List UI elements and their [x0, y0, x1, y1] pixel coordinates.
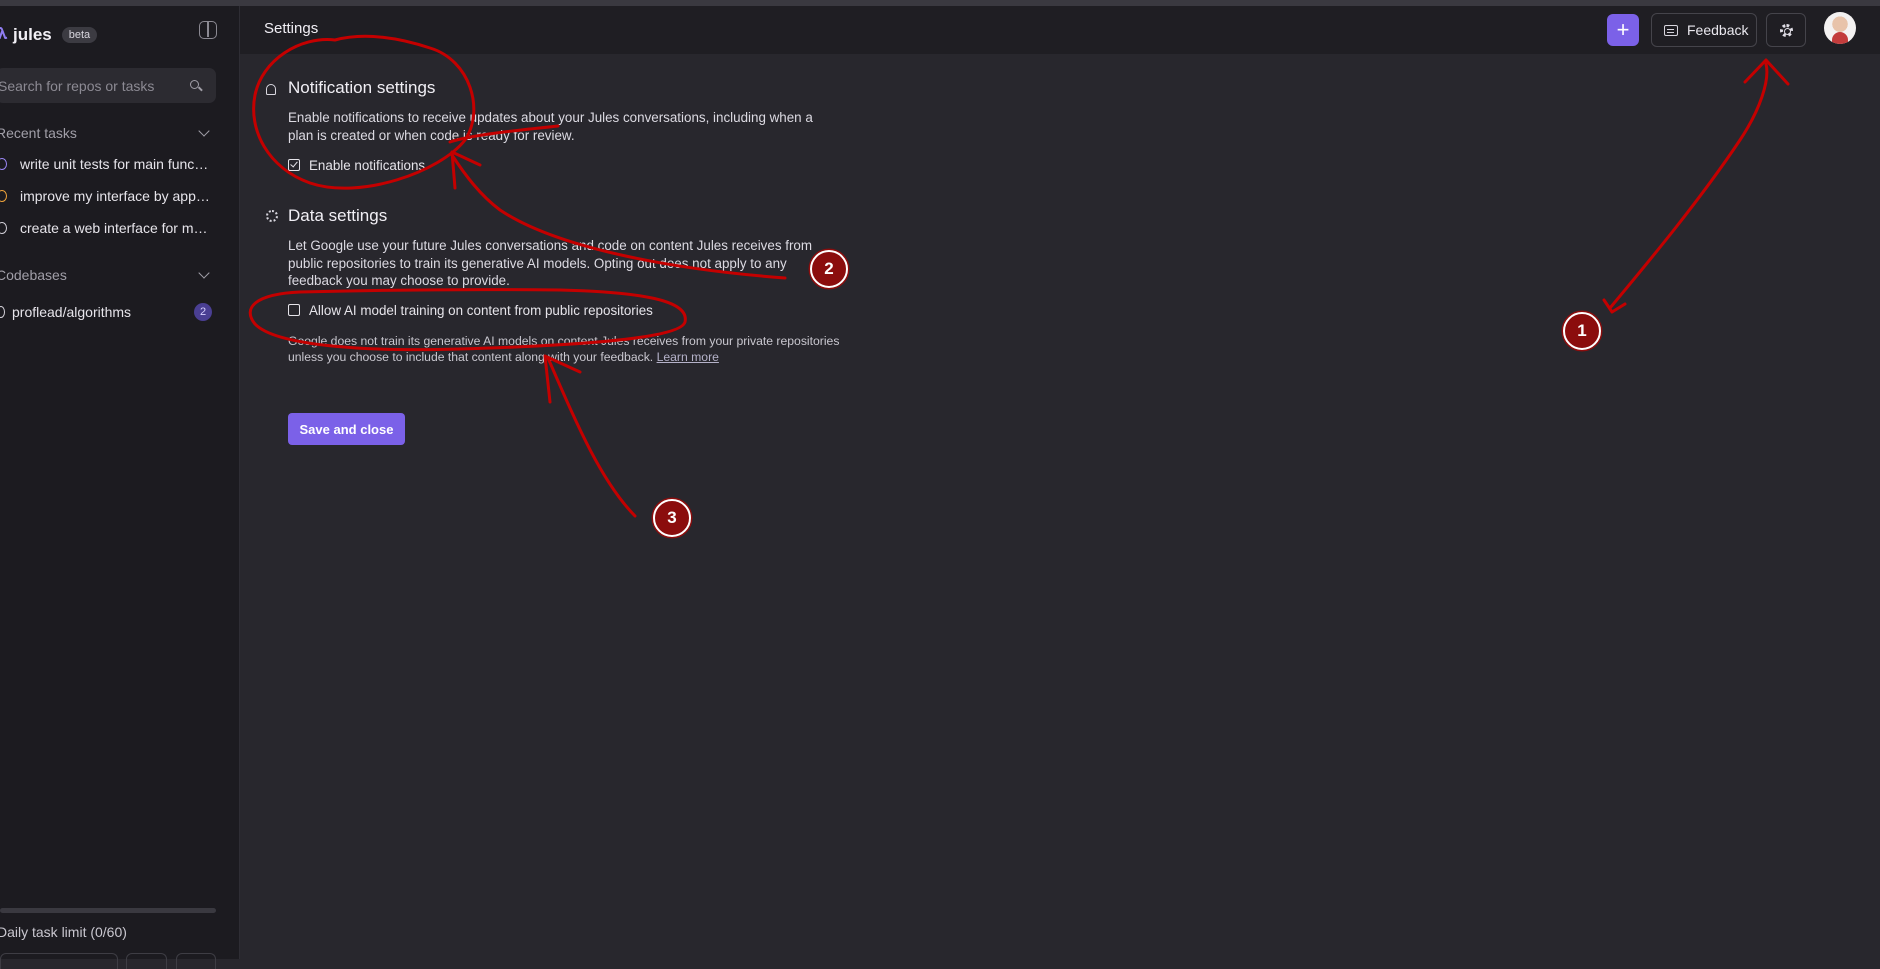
allow-training-label: Allow AI model training on content from … — [309, 302, 653, 318]
user-avatar[interactable] — [1824, 12, 1856, 44]
gear-icon — [1779, 23, 1793, 37]
save-and-close-button[interactable]: Save and close — [288, 413, 405, 445]
sidebar-task-item[interactable]: create a web interface for my ... — [0, 218, 212, 238]
collapse-sidebar-icon[interactable] — [199, 21, 217, 39]
sidebar-repo-item[interactable]: proflead/algorithms 2 — [0, 302, 212, 322]
allow-training-checkbox[interactable] — [288, 304, 300, 316]
github-icon — [0, 306, 5, 318]
data-settings-description: Let Google use your future Jules convers… — [288, 238, 813, 288]
search-box[interactable] — [0, 68, 216, 103]
social-button[interactable] — [176, 953, 216, 969]
task-label: improve my interface by apply... — [20, 188, 212, 204]
page-title: Settings — [264, 20, 319, 37]
feedback-button[interactable]: Feedback — [1651, 13, 1757, 47]
new-task-button[interactable]: + — [1607, 14, 1639, 46]
codebases-header[interactable]: Codebases — [0, 265, 212, 285]
annotation-marker-2: 2 — [810, 250, 848, 288]
search-input[interactable] — [0, 68, 186, 103]
sidebar-task-item[interactable]: improve my interface by apply... — [0, 186, 212, 206]
jules-logo-icon: 𝛌 — [0, 26, 8, 43]
task-limit-text: Daily task limit (0/60) — [0, 924, 127, 940]
feedback-label: Feedback — [1687, 22, 1749, 38]
private-repo-note-text: Google does not train its generative AI … — [288, 334, 840, 364]
bell-icon — [266, 84, 276, 95]
task-complete-icon — [0, 222, 7, 234]
docs-button[interactable] — [0, 953, 118, 969]
search-icon[interactable] — [190, 80, 199, 89]
learn-more-link[interactable]: Learn more — [657, 350, 719, 364]
chevron-down-icon[interactable] — [198, 267, 210, 279]
task-label: create a web interface for my ... — [20, 220, 212, 236]
beta-badge: beta — [61, 27, 98, 43]
recent-tasks-label: Recent tasks — [0, 125, 77, 141]
data-settings-icon — [266, 210, 278, 222]
enable-notifications-row[interactable]: Enable notifications — [288, 156, 425, 174]
enable-notifications-checkbox[interactable] — [288, 159, 300, 171]
sidebar-task-item[interactable]: write unit tests for main functi... — [0, 154, 212, 174]
codebases-label: Codebases — [0, 267, 67, 283]
allow-training-row[interactable]: Allow AI model training on content from … — [288, 301, 653, 319]
task-label: write unit tests for main functi... — [20, 156, 212, 172]
data-settings-title: Data settings — [288, 206, 388, 225]
sidebar: 𝛌 jules beta Recent tasks write unit tes… — [0, 6, 240, 969]
private-repo-note: Google does not train its generative AI … — [288, 333, 848, 365]
brand[interactable]: 𝛌 jules beta — [0, 20, 98, 50]
task-progress-icon — [0, 190, 7, 202]
annotation-marker-3: 3 — [653, 499, 691, 537]
notification-description: Enable notifications to receive updates … — [288, 110, 813, 143]
chevron-down-icon[interactable] — [198, 125, 210, 137]
task-complete-icon — [0, 158, 7, 170]
top-bar: Settings + Feedback — [240, 6, 1880, 54]
repo-label: proflead/algorithms — [12, 304, 132, 320]
task-limit-progress — [0, 908, 216, 913]
annotation-marker-1: 1 — [1563, 312, 1601, 350]
settings-panel: Notification settings Enable notificatio… — [240, 54, 1880, 959]
repo-task-count-badge: 2 — [194, 303, 212, 321]
chat-icon — [1664, 24, 1678, 36]
app-name: jules — [13, 25, 52, 44]
discord-button[interactable] — [126, 953, 167, 969]
recent-tasks-header[interactable]: Recent tasks — [0, 123, 212, 143]
notification-settings-title: Notification settings — [288, 78, 436, 97]
settings-button[interactable] — [1766, 13, 1806, 47]
enable-notifications-label: Enable notifications — [309, 157, 426, 173]
